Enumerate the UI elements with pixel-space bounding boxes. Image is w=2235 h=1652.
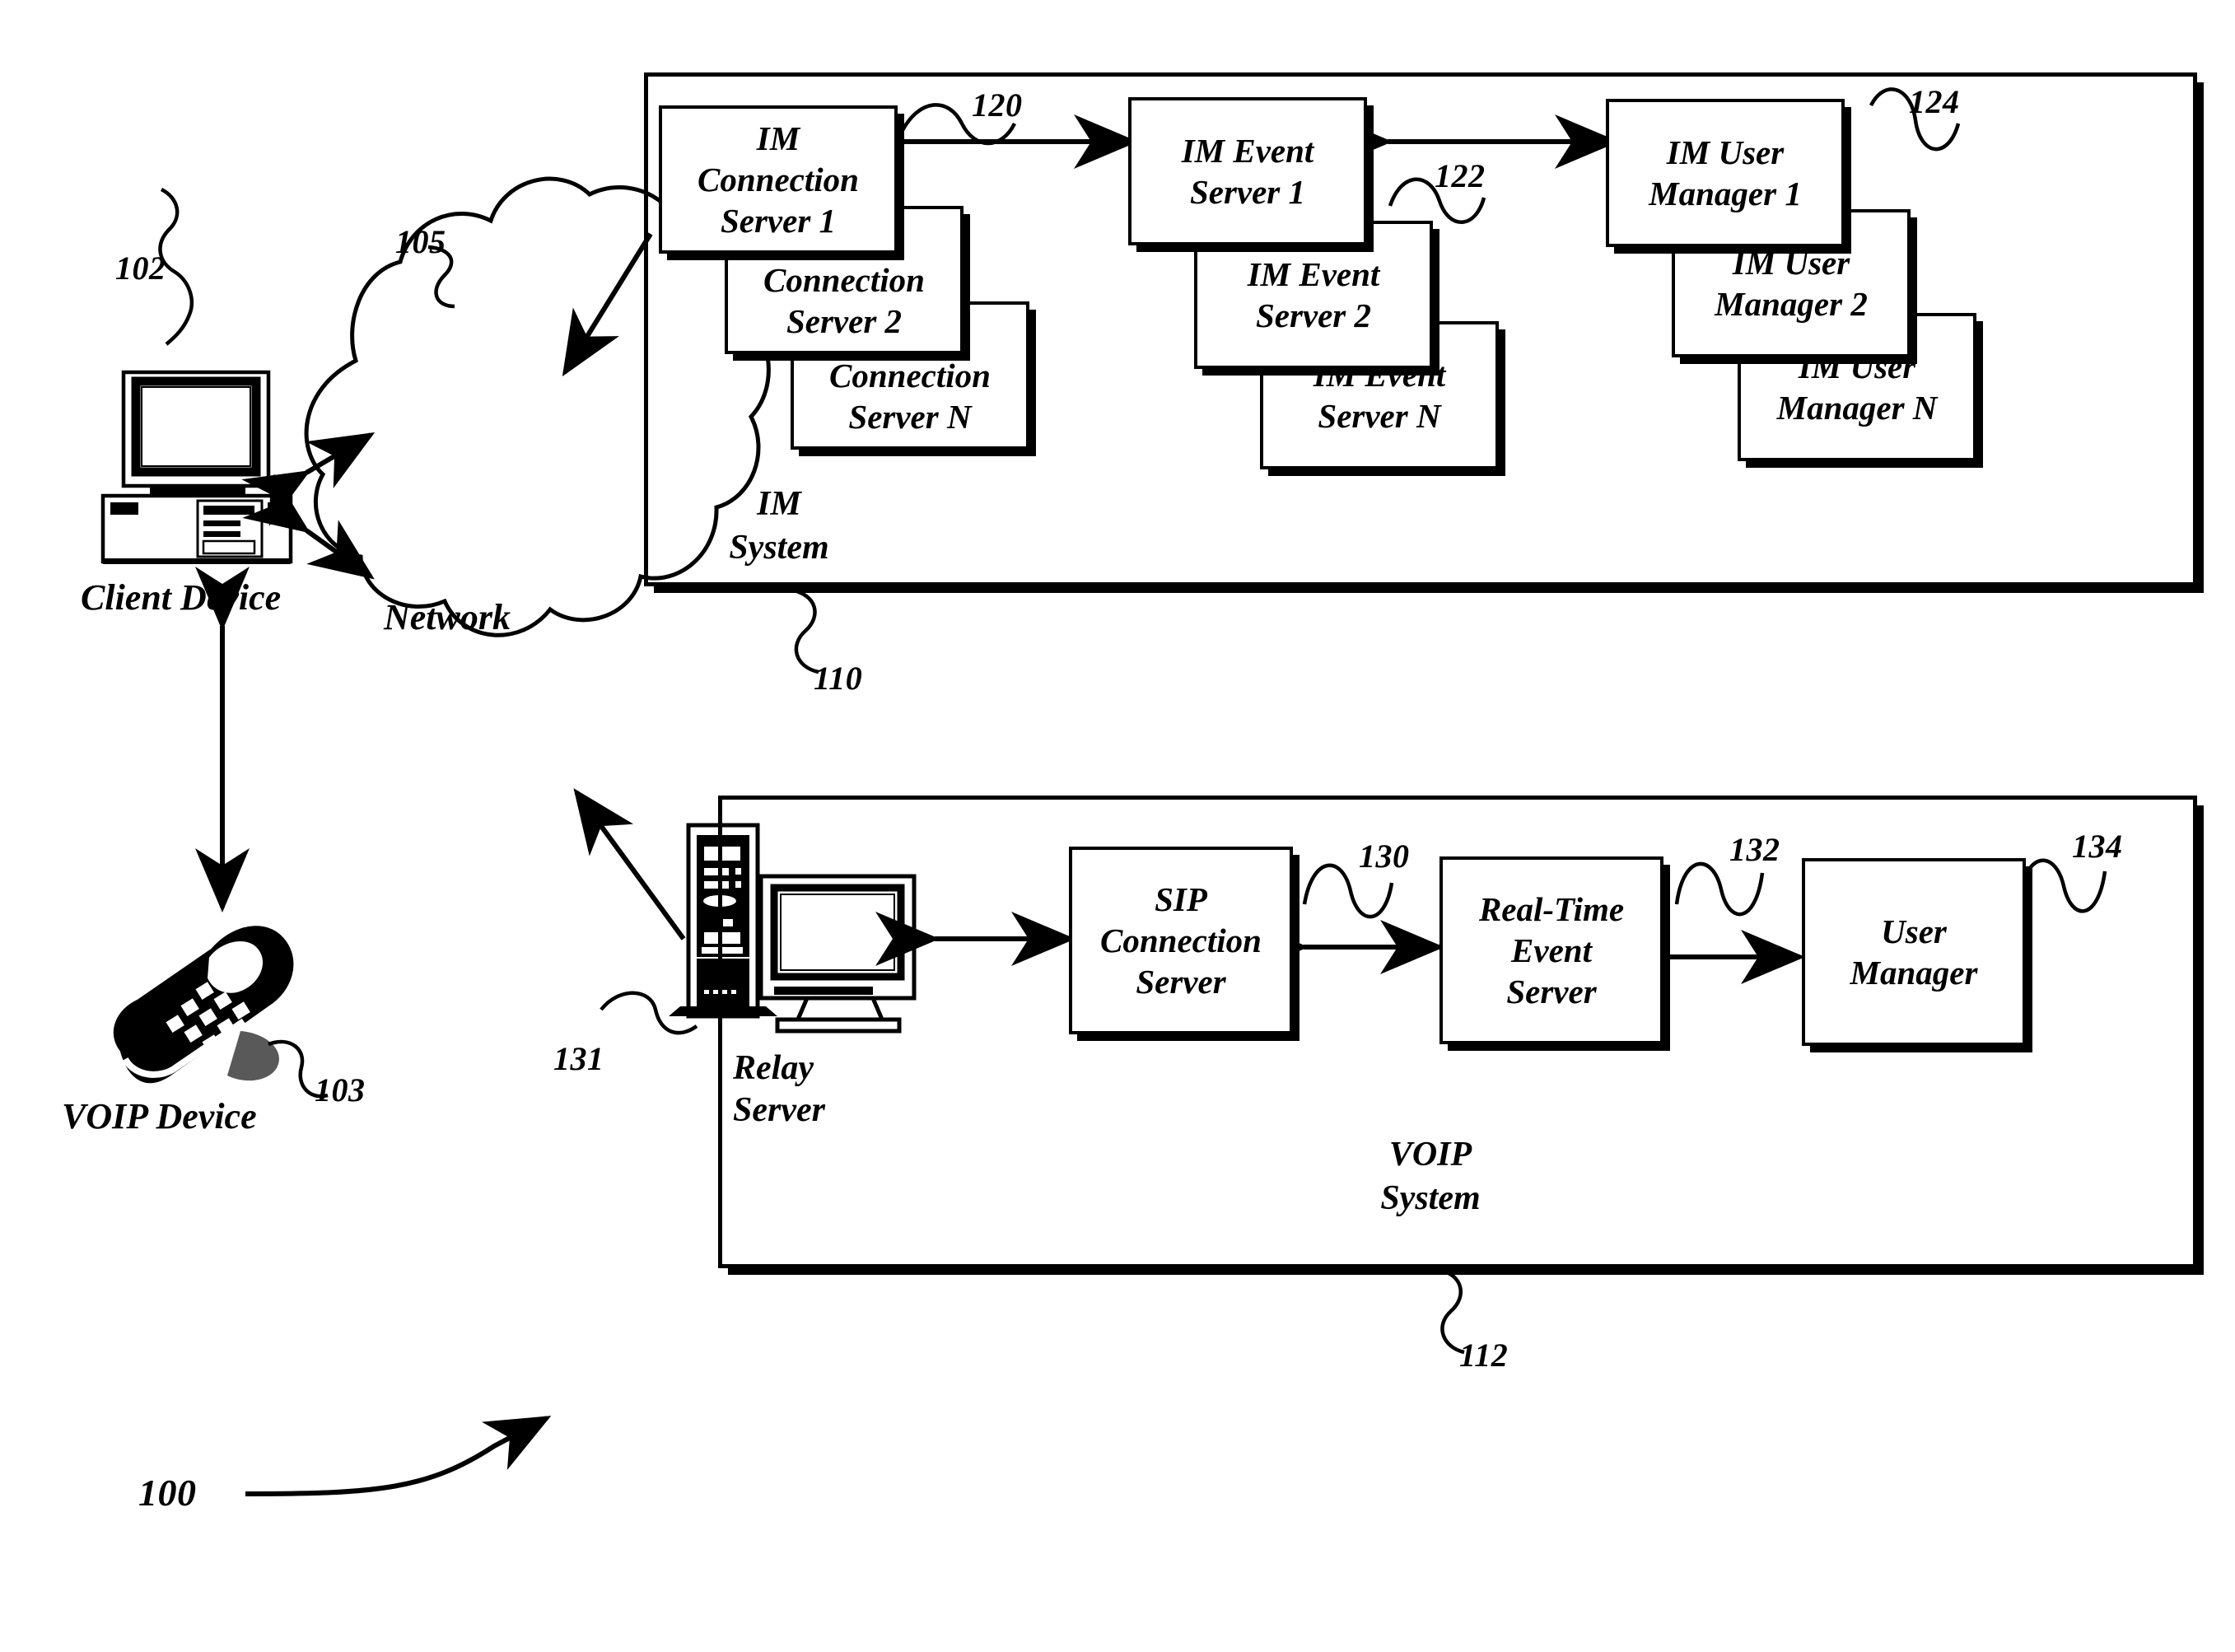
ref-132: 132 — [1729, 831, 1780, 868]
im-event-server-1-label: IM Event Server 1 — [1181, 131, 1314, 211]
im-connection-server-1-label: IM Connection Server 1 — [698, 119, 859, 240]
ref-103: 103 — [315, 1071, 366, 1108]
im-event-server-2-label: IM Event Server 2 — [1247, 254, 1380, 334]
relay-server-label: Relay Server — [733, 1049, 825, 1130]
voip-device-label: VOIP Device — [62, 1096, 257, 1136]
ref-105: 105 — [395, 223, 446, 260]
ref-124: 124 — [1909, 83, 1960, 120]
real-time-event-server-label: Real-Time Event Server — [1478, 889, 1625, 1010]
im-system-label: IM System — [729, 485, 829, 567]
im-connection-server-1-box[interactable]: IM Connection Server 1 — [659, 105, 898, 254]
sip-connection-server-box[interactable]: SIP Connection Server — [1069, 847, 1293, 1034]
ref-130: 130 — [1359, 838, 1410, 875]
ref-100: 100 — [138, 1472, 197, 1514]
im-event-server-1-box[interactable]: IM Event Server 1 — [1128, 97, 1367, 245]
network-label: Network — [384, 597, 511, 637]
im-user-manager-2-label: IM User Manager 2 — [1715, 243, 1868, 323]
ref-122: 122 — [1435, 157, 1486, 194]
im-user-manager-1-label: IM User Manager 1 — [1649, 133, 1802, 212]
ref-134: 134 — [2072, 828, 2123, 865]
figure-canvas: IM Connection Server N IM Connection Ser… — [0, 0, 2235, 1652]
client-device-label: Client Device — [81, 577, 282, 618]
real-time-event-server-box[interactable]: Real-Time Event Server — [1439, 856, 1663, 1044]
ref-120: 120 — [972, 86, 1023, 124]
desktop-computer-icon — [100, 370, 293, 564]
im-user-manager-n-label: IM User Manager N — [1776, 347, 1938, 427]
ref-102: 102 — [115, 250, 166, 287]
user-manager-box[interactable]: User Manager — [1802, 858, 2026, 1046]
ref-110: 110 — [814, 660, 863, 697]
mobile-phone-icon — [113, 926, 294, 1084]
user-manager-label: User Manager — [1850, 912, 1978, 992]
sip-connection-server-label: SIP Connection Server — [1100, 880, 1262, 1001]
ref-112: 112 — [1459, 1337, 1509, 1374]
ref-131: 131 — [553, 1040, 604, 1077]
voip-system-label: VOIP System — [1380, 1136, 1481, 1217]
im-user-manager-1-box[interactable]: IM User Manager 1 — [1606, 99, 1845, 247]
